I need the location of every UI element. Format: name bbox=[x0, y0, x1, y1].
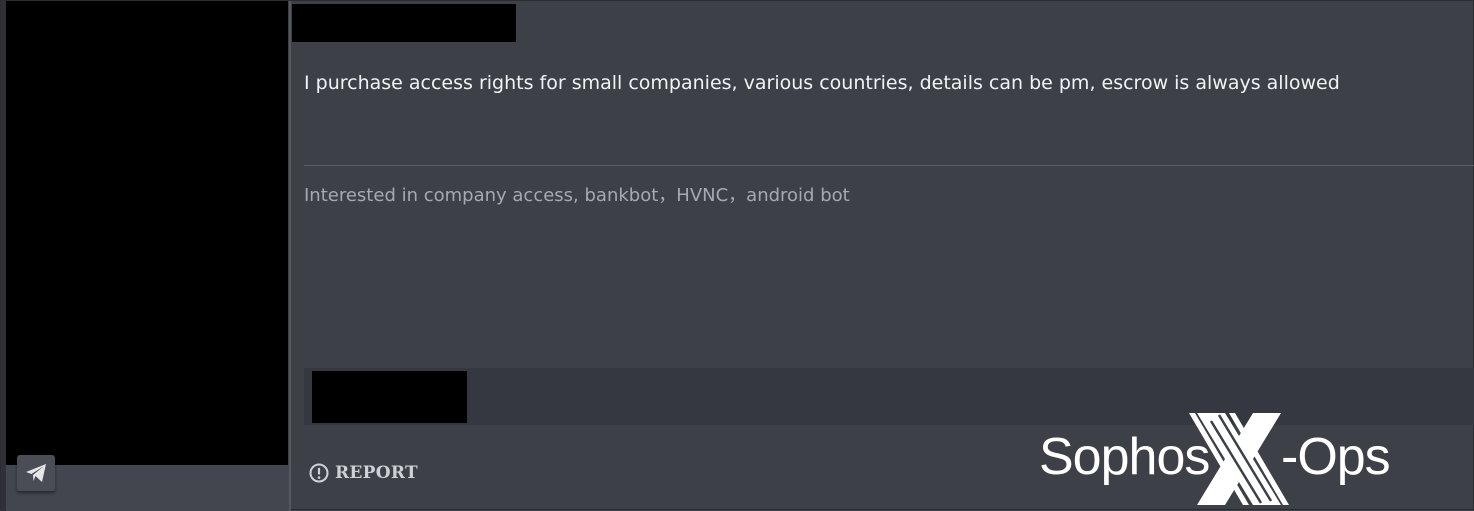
watermark-brand: Sophos bbox=[1039, 428, 1210, 486]
post-body-text: I purchase access rights for small compa… bbox=[304, 72, 1340, 94]
watermark-suffix: -Ops bbox=[1281, 428, 1391, 486]
x-logo-icon bbox=[1189, 413, 1289, 505]
exclamation-circle-icon bbox=[309, 463, 329, 483]
paper-plane-icon bbox=[26, 464, 46, 482]
redacted-reactions bbox=[312, 371, 467, 423]
sophos-xops-watermark: Sophos -Ops bbox=[1037, 411, 1407, 507]
telegram-button[interactable] bbox=[17, 455, 55, 491]
user-signature: Interested in company access, bankbot，HV… bbox=[304, 185, 850, 206]
forum-post-frame: I purchase access rights for small compa… bbox=[0, 0, 1474, 511]
redacted-user-profile bbox=[6, 1, 288, 465]
signature-divider bbox=[304, 165, 1474, 166]
report-label: REPORT bbox=[335, 463, 418, 483]
redacted-post-title bbox=[292, 4, 516, 42]
report-button[interactable]: REPORT bbox=[309, 460, 418, 486]
user-info-column bbox=[1, 1, 291, 511]
